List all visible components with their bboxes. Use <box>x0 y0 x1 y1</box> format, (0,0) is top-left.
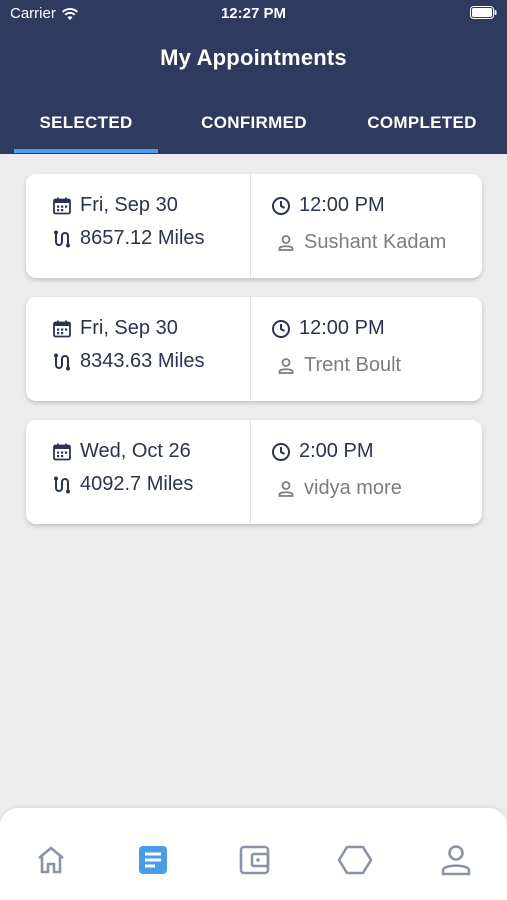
appointment-distance-text: 8657.12 Miles <box>80 227 205 249</box>
status-time: 12:27 PM <box>220 5 287 22</box>
appointment-date: Wed, Oct 26 <box>52 440 191 463</box>
card-divider <box>250 420 251 524</box>
calendar-icon <box>53 197 71 214</box>
calendar-icon <box>53 320 71 337</box>
appointment-distance: 4092.7 Miles <box>52 473 193 496</box>
page-title: My Appointments <box>160 45 347 70</box>
clock-icon <box>272 196 290 215</box>
appointment-distance: 8343.63 Miles <box>52 350 205 373</box>
appointment-person-name: vidya more <box>304 477 402 499</box>
appointment-date: Fri, Sep 30 <box>52 194 178 217</box>
appointment-tabs: SELECTED CONFIRMED COMPLETED <box>0 100 507 154</box>
person-icon <box>278 357 294 374</box>
app-header: Carrier 12:27 PM My Appointments SELECTE… <box>0 0 507 154</box>
appointment-distance: 8657.12 Miles <box>52 227 205 250</box>
nav-appointments[interactable] <box>135 842 171 878</box>
calendar-icon <box>53 443 71 460</box>
route-icon <box>54 353 70 370</box>
appointment-time-text: 12:00 PM <box>299 194 385 216</box>
appointment-person-name: Sushant Kadam <box>304 231 447 253</box>
clock-icon <box>272 319 290 338</box>
appointment-time-text: 12:00 PM <box>299 317 385 339</box>
appointment-date-text: Fri, Sep 30 <box>80 194 178 216</box>
appointment-person: Trent Boult <box>276 354 401 377</box>
card-divider <box>250 174 251 278</box>
nav-wallet[interactable] <box>237 842 273 878</box>
appointment-date-text: Fri, Sep 30 <box>80 317 178 339</box>
appointment-time: 12:00 PM <box>271 194 385 217</box>
status-bar: Carrier 12:27 PM <box>0 0 507 28</box>
wallet-icon <box>239 845 270 875</box>
person-icon <box>278 234 294 251</box>
clock-icon <box>272 442 290 461</box>
nav-services[interactable] <box>337 842 373 878</box>
appointment-person-name: Trent Boult <box>304 354 402 376</box>
appointment-card[interactable]: Fri, Sep 30 8657.12 Miles 12:00 PM Susha… <box>26 174 482 278</box>
card-divider <box>250 297 251 401</box>
appointment-time: 2:00 PM <box>271 440 373 463</box>
appointment-person: vidya more <box>276 477 402 500</box>
active-tab-indicator <box>14 149 158 153</box>
profile-icon <box>441 845 471 876</box>
appointment-date-text: Wed, Oct 26 <box>80 440 191 462</box>
tab-selected[interactable]: SELECTED <box>14 100 158 154</box>
hexagon-icon <box>337 845 373 875</box>
appointment-card[interactable]: Fri, Sep 30 8343.63 Miles 12:00 PM Trent… <box>26 297 482 401</box>
tab-confirmed[interactable]: CONFIRMED <box>182 100 326 154</box>
home-icon <box>38 846 64 874</box>
appointment-card[interactable]: Wed, Oct 26 4092.7 Miles 2:00 PM vidya m… <box>26 420 482 524</box>
route-icon <box>54 476 70 493</box>
appointment-date: Fri, Sep 30 <box>52 317 178 340</box>
person-icon <box>278 480 294 497</box>
appointment-time-text: 2:00 PM <box>299 440 374 462</box>
appointment-time: 12:00 PM <box>271 317 385 340</box>
tab-completed[interactable]: COMPLETED <box>350 100 494 154</box>
route-icon <box>54 230 70 247</box>
nav-home[interactable] <box>33 842 69 878</box>
appointment-person: Sushant Kadam <box>276 231 446 254</box>
appointments-icon <box>139 846 167 874</box>
appointment-distance-text: 4092.7 Miles <box>80 473 194 495</box>
appointment-distance-text: 8343.63 Miles <box>80 350 205 372</box>
battery-icon <box>470 6 497 19</box>
bottom-navigation <box>0 808 507 900</box>
nav-profile[interactable] <box>438 842 474 878</box>
